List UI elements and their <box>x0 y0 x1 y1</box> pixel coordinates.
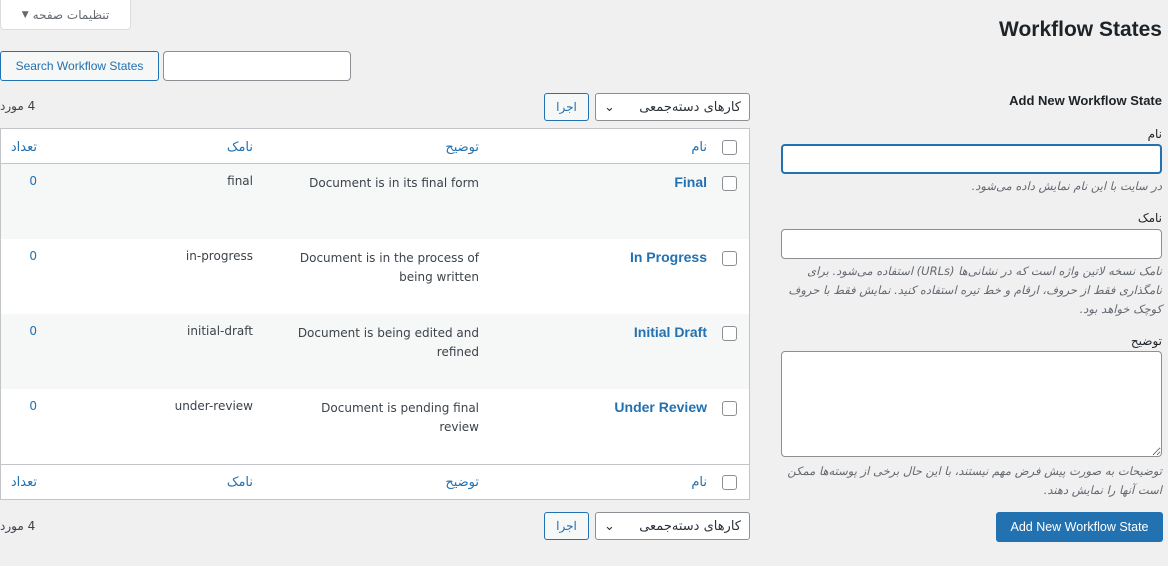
name-help: در سایت با این نام نمایش داده می‌شود. <box>971 179 1162 193</box>
slug-label: نامک <box>1137 211 1162 225</box>
name-input[interactable] <box>781 144 1162 174</box>
screen-options-label: تنظیمات صفحه <box>32 7 110 22</box>
state-description: Document is in its final form <box>309 176 479 190</box>
state-description: Document is being edited and refined <box>297 326 479 359</box>
column-description[interactable]: توضیح <box>279 138 479 157</box>
column-name-footer[interactable]: نام <box>507 475 707 490</box>
row-checkbox[interactable] <box>722 251 737 266</box>
state-description: Document is in the process of being writ… <box>299 251 479 284</box>
bulk-actions-label: کارهای دسته‌جمعی <box>639 99 741 115</box>
state-name-link[interactable]: Under Review <box>507 399 707 415</box>
row-checkbox[interactable] <box>722 176 737 191</box>
select-all-checkbox[interactable] <box>722 140 737 155</box>
table-row: Under Review Document is pending final r… <box>1 389 749 464</box>
screen-options-button[interactable]: تنظیمات صفحه ▼ <box>0 0 131 30</box>
add-workflow-state-button[interactable]: Add New Workflow State <box>996 512 1163 542</box>
apply-button-bottom[interactable]: اجرا <box>544 512 589 540</box>
table-row: Final Document is in its final form fina… <box>1 164 749 239</box>
item-count-top: 4 مورد <box>0 99 36 113</box>
apply-button-top[interactable]: اجرا <box>544 93 589 121</box>
state-count-link[interactable]: 0 <box>7 399 37 413</box>
column-name[interactable]: نام <box>507 140 707 155</box>
workflow-states-table: نام توضیح نامک تعداد Final Document is i… <box>0 128 750 500</box>
table-row: In Progress Document is in the process o… <box>1 239 749 314</box>
bulk-actions-label: کارهای دسته‌جمعی <box>639 518 741 534</box>
item-count-bottom: 4 مورد <box>0 519 36 533</box>
state-slug: initial-draft <box>187 324 253 338</box>
column-slug[interactable]: نامک <box>93 140 253 155</box>
page-title: Workflow States <box>999 18 1162 41</box>
name-label: نام <box>1147 127 1162 141</box>
description-textarea[interactable] <box>781 351 1162 457</box>
state-count-link[interactable]: 0 <box>7 174 37 188</box>
search-button[interactable]: Search Workflow States <box>0 51 159 81</box>
state-name-link[interactable]: In Progress <box>507 249 707 265</box>
slug-input[interactable] <box>781 229 1162 259</box>
row-checkbox[interactable] <box>722 401 737 416</box>
form-heading: Add New Workflow State <box>1009 93 1162 108</box>
column-slug-footer[interactable]: نامک <box>93 475 253 490</box>
column-count[interactable]: تعداد <box>7 140 37 155</box>
state-slug: final <box>227 174 253 188</box>
state-count-link[interactable]: 0 <box>7 324 37 338</box>
table-row: Initial Draft Document is being edited a… <box>1 314 749 389</box>
state-description: Document is pending final review <box>321 401 479 434</box>
state-name-link[interactable]: Final <box>507 174 707 190</box>
select-all-checkbox-footer[interactable] <box>722 475 737 490</box>
chevron-down-icon: ⌄ <box>604 99 615 115</box>
slug-help: نامک نسخه لاتین واژه است که در نشانی‌ها … <box>788 264 1162 316</box>
table-header: نام توضیح نامک تعداد <box>1 129 749 164</box>
state-count-link[interactable]: 0 <box>7 249 37 263</box>
triangle-down-icon: ▼ <box>21 9 29 20</box>
state-slug: in-progress <box>185 249 253 263</box>
state-slug: under-review <box>174 399 253 413</box>
bulk-actions-select-bottom[interactable]: کارهای دسته‌جمعی ⌄ <box>595 512 750 540</box>
table-footer: نام توضیح نامک تعداد <box>1 464 749 499</box>
search-input[interactable] <box>163 51 351 81</box>
description-help: توضیحات به صورت پیش فرض مهم نیستند، با ا… <box>787 464 1162 497</box>
state-name-link[interactable]: Initial Draft <box>507 324 707 340</box>
bulk-actions-select-top[interactable]: کارهای دسته‌جمعی ⌄ <box>595 93 750 121</box>
chevron-down-icon: ⌄ <box>604 518 615 534</box>
row-checkbox[interactable] <box>722 326 737 341</box>
column-count-footer[interactable]: تعداد <box>7 475 37 490</box>
column-description-footer[interactable]: توضیح <box>279 473 479 492</box>
description-label: توضیح <box>1130 334 1162 348</box>
